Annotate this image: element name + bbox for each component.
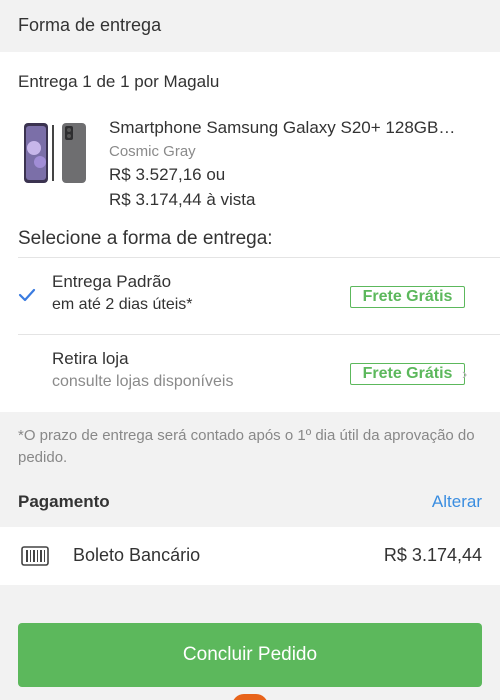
barcode-icon xyxy=(21,546,49,566)
option-subtitle: consulte lojas disponíveis xyxy=(52,373,234,390)
section-header: Forma de entrega xyxy=(0,0,500,52)
product-summary: Smartphone Samsung Galaxy S20+ 128GB… Co… xyxy=(18,114,488,214)
option-title: Retira loja xyxy=(52,349,129,368)
shipping-select-title: Selecione a forma de entrega: xyxy=(18,228,273,249)
free-shipping-badge: Frete Grátis xyxy=(350,363,465,385)
shipping-option-store-pickup[interactable]: Retira loja consulte lojas disponíveis F… xyxy=(0,335,500,411)
payment-header: Pagamento xyxy=(18,492,110,511)
payment-method: Boleto Bancário xyxy=(73,545,201,565)
product-price: R$ 3.527,16 ou xyxy=(109,165,226,184)
product-variant: Cosmic Gray xyxy=(109,143,196,160)
option-title: Entrega Padrão xyxy=(52,272,172,291)
product-cash-price: R$ 3.174,44 à vista xyxy=(109,190,256,209)
product-image xyxy=(24,123,86,183)
free-shipping-badge: Frete Grátis xyxy=(350,286,465,308)
floating-button-edge xyxy=(232,694,268,700)
option-subtitle: em até 2 dias úteis* xyxy=(52,296,193,313)
check-icon xyxy=(18,288,36,302)
payment-amount: R$ 3.174,44 xyxy=(383,545,482,565)
delivery-card: Entrega 1 de 1 por Magalu Smartphone Sam… xyxy=(0,52,500,412)
chevron-right-icon: › xyxy=(462,366,468,383)
shipping-option-standard[interactable]: Entrega Padrão em até 2 dias úteis* Fret… xyxy=(0,258,500,334)
product-name: Smartphone Samsung Galaxy S20+ 128GB… xyxy=(109,118,456,137)
payment-card: Boleto Bancário R$ 3.174,44 xyxy=(0,527,500,585)
delivery-label: Entrega 1 de 1 por Magalu xyxy=(18,72,220,91)
page-title: Forma de entrega xyxy=(18,15,162,35)
change-payment-link[interactable]: Alterar xyxy=(432,492,482,512)
delivery-note: *O prazo de entrega será contado após o … xyxy=(18,427,475,466)
submit-order-button[interactable]: Concluir Pedido xyxy=(18,623,482,687)
